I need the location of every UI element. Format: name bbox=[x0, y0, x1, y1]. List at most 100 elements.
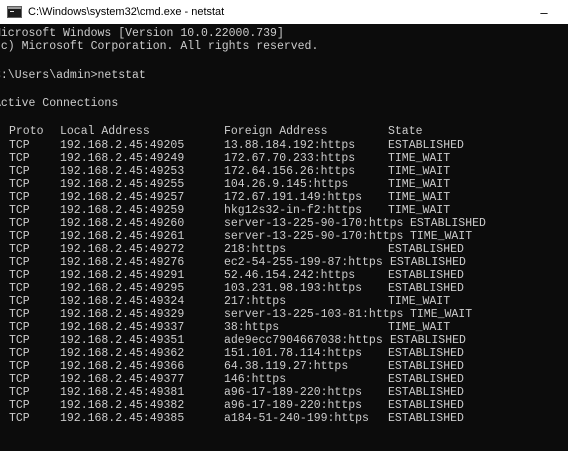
connection-row: TCP 192.168.2.45:49255 104.26.9.145:https T… bbox=[0, 178, 568, 191]
table-header: Proto Local Address Foreign Address Stat… bbox=[0, 125, 568, 138]
cell-foreign-address: server-13-225-90-170:https bbox=[224, 230, 404, 243]
connection-row: TCP 192.168.2.45:49261 server-13-225-90-17… bbox=[0, 230, 568, 243]
cell-proto: TCP bbox=[9, 334, 30, 347]
connection-row: TCP 192.168.2.45:49385 a184-51-240-199:htt… bbox=[0, 412, 568, 425]
cell-state: TIME_WAIT bbox=[388, 204, 451, 217]
cell-proto: TCP bbox=[9, 243, 30, 256]
cell-state: TIME_WAIT bbox=[388, 191, 451, 204]
section-title: Active Connections bbox=[0, 97, 119, 110]
cell-foreign-address: 217:https bbox=[224, 295, 287, 308]
console-output[interactable]: Microsoft Windows [Version 10.0.22000.73… bbox=[0, 24, 568, 451]
cell-state: ESTABLISHED bbox=[390, 334, 466, 347]
connection-row: TCP 192.168.2.45:49329 server-13-225-103-8… bbox=[0, 308, 568, 321]
cell-state: TIME_WAIT bbox=[410, 308, 473, 321]
prompt-line: C:\Users\admin>netstat bbox=[0, 69, 146, 82]
cell-local-address: 192.168.2.45:49377 bbox=[60, 373, 185, 386]
connection-row: TCP 192.168.2.45:49366 64.38.119.27:https E… bbox=[0, 360, 568, 373]
connection-row: TCP 192.168.2.45:49249 172.67.70.233:https… bbox=[0, 152, 568, 165]
connection-row: TCP 192.168.2.45:49295 103.231.98.193:http… bbox=[0, 282, 568, 295]
cell-local-address: 192.168.2.45:49295 bbox=[60, 282, 185, 295]
cell-state: TIME_WAIT bbox=[388, 178, 451, 191]
window-title: C:\Windows\system32\cmd.exe - netstat bbox=[28, 6, 225, 18]
cell-local-address: 192.168.2.45:49351 bbox=[60, 334, 185, 347]
cell-state: TIME_WAIT bbox=[388, 165, 451, 178]
cell-proto: TCP bbox=[9, 308, 30, 321]
cell-proto: TCP bbox=[9, 152, 30, 165]
cell-local-address: 192.168.2.45:49253 bbox=[60, 165, 185, 178]
cell-state: ESTABLISHED bbox=[388, 412, 464, 425]
cell-foreign-address: server-13-225-90-170:https bbox=[224, 217, 404, 230]
connection-row: TCP 192.168.2.45:49381 a96-17-189-220:http… bbox=[0, 386, 568, 399]
cell-local-address: 192.168.2.45:49291 bbox=[60, 269, 185, 282]
cell-state: ESTABLISHED bbox=[388, 386, 464, 399]
header-foreign-address: Foreign Address bbox=[224, 125, 328, 138]
cell-state: ESTABLISHED bbox=[388, 347, 464, 360]
cell-state: ESTABLISHED bbox=[388, 282, 464, 295]
cell-foreign-address: a96-17-189-220:https bbox=[224, 386, 363, 399]
cell-proto: TCP bbox=[9, 412, 30, 425]
cell-foreign-address: a184-51-240-199:https bbox=[224, 412, 369, 425]
cell-foreign-address: ec2-54-255-199-87:https bbox=[224, 256, 383, 269]
connection-row: TCP 192.168.2.45:49351 ade9ecc7904667038:h… bbox=[0, 334, 568, 347]
cell-proto: TCP bbox=[9, 191, 30, 204]
cell-local-address: 192.168.2.45:49362 bbox=[60, 347, 185, 360]
cell-proto: TCP bbox=[9, 269, 30, 282]
cell-local-address: 192.168.2.45:49261 bbox=[60, 230, 185, 243]
cell-local-address: 192.168.2.45:49385 bbox=[60, 412, 185, 425]
cell-local-address: 192.168.2.45:49276 bbox=[60, 256, 185, 269]
cell-proto: TCP bbox=[9, 165, 30, 178]
cell-proto: TCP bbox=[9, 204, 30, 217]
cell-proto: TCP bbox=[9, 360, 30, 373]
cell-state: TIME_WAIT bbox=[388, 152, 451, 165]
cell-foreign-address: server-13-225-103-81:https bbox=[224, 308, 404, 321]
cell-foreign-address: 38:https bbox=[224, 321, 280, 334]
cell-local-address: 192.168.2.45:49255 bbox=[60, 178, 185, 191]
cell-local-address: 192.168.2.45:49205 bbox=[60, 139, 185, 152]
copyright-line: (c) Microsoft Corporation. All rights re… bbox=[0, 40, 319, 53]
cell-proto: TCP bbox=[9, 282, 30, 295]
cell-foreign-address: 64.38.119.27:https bbox=[224, 360, 349, 373]
cell-foreign-address: 146:https bbox=[224, 373, 287, 386]
cell-foreign-address: 172.64.156.26:https bbox=[224, 165, 356, 178]
cell-foreign-address: a96-17-189-220:https bbox=[224, 399, 363, 412]
title-bar[interactable]: C:\Windows\system32\cmd.exe - netstat – bbox=[0, 0, 568, 24]
cell-local-address: 192.168.2.45:49257 bbox=[60, 191, 185, 204]
cell-proto: TCP bbox=[9, 321, 30, 334]
cell-local-address: 192.168.2.45:49259 bbox=[60, 204, 185, 217]
cell-state: ESTABLISHED bbox=[388, 360, 464, 373]
cell-proto: TCP bbox=[9, 399, 30, 412]
header-proto: Proto bbox=[9, 125, 44, 138]
cell-foreign-address: 13.88.184.192:https bbox=[224, 139, 356, 152]
cell-foreign-address: 151.101.78.114:https bbox=[224, 347, 363, 360]
cell-proto: TCP bbox=[9, 256, 30, 269]
minimize-button[interactable]: – bbox=[534, 2, 554, 22]
cell-state: ESTABLISHED bbox=[410, 217, 486, 230]
cell-local-address: 192.168.2.45:49249 bbox=[60, 152, 185, 165]
cell-local-address: 192.168.2.45:49272 bbox=[60, 243, 185, 256]
cell-foreign-address: 52.46.154.242:https bbox=[224, 269, 356, 282]
cell-proto: TCP bbox=[9, 178, 30, 191]
version-line: Microsoft Windows [Version 10.0.22000.73… bbox=[0, 27, 284, 40]
cell-proto: TCP bbox=[9, 217, 30, 230]
cell-state: TIME_WAIT bbox=[388, 295, 451, 308]
cell-state: TIME_WAIT bbox=[388, 321, 451, 334]
cell-local-address: 192.168.2.45:49366 bbox=[60, 360, 185, 373]
cell-foreign-address: 172.67.191.149:https bbox=[224, 191, 363, 204]
cell-proto: TCP bbox=[9, 139, 30, 152]
connection-row: TCP 192.168.2.45:49362 151.101.78.114:http… bbox=[0, 347, 568, 360]
cell-proto: TCP bbox=[9, 347, 30, 360]
cell-foreign-address: ade9ecc7904667038:https bbox=[224, 334, 383, 347]
cell-foreign-address: 104.26.9.145:https bbox=[224, 178, 349, 191]
cell-local-address: 192.168.2.45:49260 bbox=[60, 217, 185, 230]
connection-row: TCP 192.168.2.45:49276 ec2-54-255-199-87:h… bbox=[0, 256, 568, 269]
cell-state: ESTABLISHED bbox=[388, 399, 464, 412]
cell-state: TIME_WAIT bbox=[410, 230, 473, 243]
connection-row: TCP 192.168.2.45:49257 172.67.191.149:http… bbox=[0, 191, 568, 204]
connection-row: TCP 192.168.2.45:49382 a96-17-189-220:http… bbox=[0, 399, 568, 412]
connection-row: TCP 192.168.2.45:49291 52.46.154.242:https… bbox=[0, 269, 568, 282]
cell-proto: TCP bbox=[9, 373, 30, 386]
header-state: State bbox=[388, 125, 423, 138]
cell-state: ESTABLISHED bbox=[390, 256, 466, 269]
connection-row: TCP 192.168.2.45:49253 172.64.156.26:https… bbox=[0, 165, 568, 178]
cell-state: ESTABLISHED bbox=[388, 373, 464, 386]
